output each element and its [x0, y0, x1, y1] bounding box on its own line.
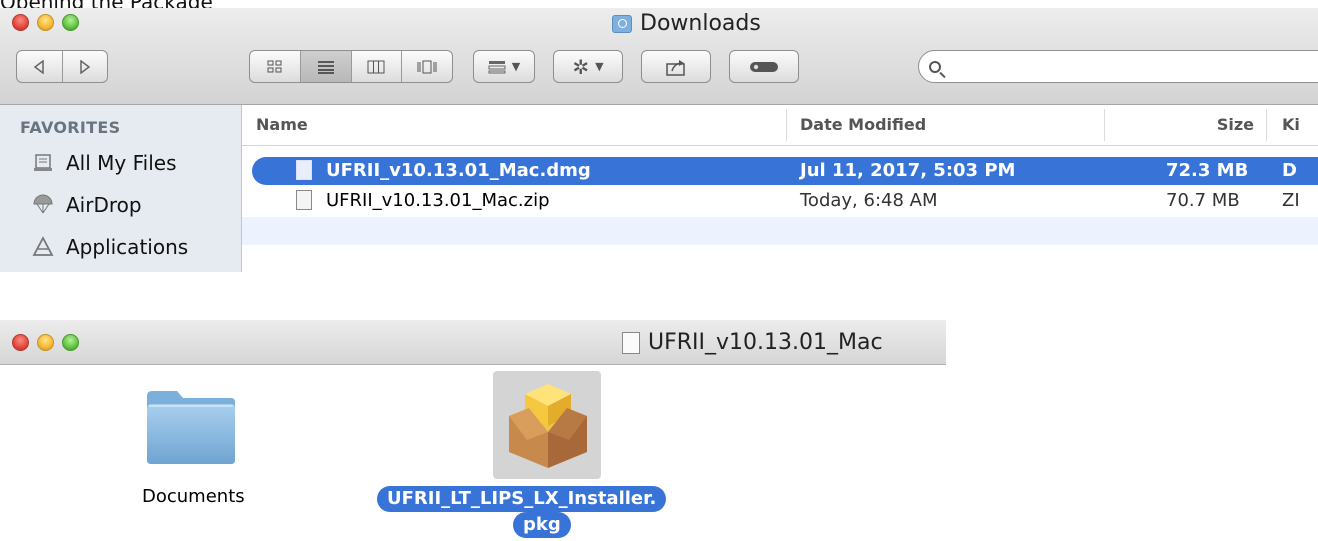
- all-files-icon: [32, 152, 54, 174]
- cover-flow-button[interactable]: [402, 51, 452, 82]
- search-icon: [929, 60, 941, 73]
- file-kind: D: [1282, 160, 1297, 181]
- sidebar-heading: FAVORITES: [20, 118, 121, 137]
- window-title-text: UFRII_v10.13.01_Mac: [648, 330, 883, 355]
- tags-button[interactable]: [729, 50, 799, 83]
- search-input[interactable]: [951, 56, 1315, 77]
- column-header-size[interactable]: Size: [1217, 115, 1254, 134]
- sidebar-item-all-my-files[interactable]: All My Files: [32, 151, 177, 175]
- downloads-folder-icon: [612, 14, 632, 33]
- table-row[interactable]: UFRII_v10.13.01_Mac.dmg Jul 11, 2017, 5:…: [242, 157, 1318, 185]
- search-field[interactable]: [918, 50, 1318, 83]
- close-icon[interactable]: [12, 334, 29, 351]
- column-headers: Name Date Modified Size Ki: [242, 105, 1318, 146]
- icon-view-icon: [267, 60, 282, 72]
- volume-titlebar: UFRII_v10.13.01_Mac: [0, 320, 946, 365]
- chevron-down-icon: ▼: [595, 60, 604, 73]
- arrange-button[interactable]: ▼: [473, 50, 535, 83]
- icon-view-button[interactable]: [250, 51, 301, 82]
- file-kind: ZI: [1282, 190, 1300, 211]
- sidebar-item-label: Applications: [66, 235, 189, 259]
- column-view-icon: [367, 60, 385, 73]
- disk-image-icon: [622, 331, 640, 354]
- sidebar-item-applications[interactable]: Applications: [32, 235, 188, 259]
- zoom-icon[interactable]: [62, 14, 79, 31]
- zoom-icon[interactable]: [62, 334, 79, 351]
- window-title: UFRII_v10.13.01_Mac: [622, 330, 883, 355]
- empty-row: [242, 217, 1318, 245]
- sidebar-item-label: AirDrop: [66, 193, 142, 217]
- back-button[interactable]: [17, 51, 63, 82]
- window-controls: [12, 334, 79, 351]
- action-button[interactable]: ✲ ▼: [553, 50, 623, 83]
- column-header-name[interactable]: Name: [256, 115, 308, 134]
- forward-button[interactable]: [63, 51, 108, 82]
- tag-icon: [750, 61, 778, 72]
- sidebar: FAVORITES All My Files AirDrop Applicati…: [0, 105, 242, 272]
- view-mode-control: [249, 50, 453, 83]
- window-title-text: Downloads: [640, 11, 761, 36]
- table-row[interactable]: UFRII_v10.13.01_Mac.zip Today, 6:48 AM 7…: [242, 187, 1318, 215]
- chevron-left-icon: [34, 59, 44, 74]
- file-name: UFRII_v10.13.01_Mac.dmg: [326, 160, 591, 181]
- sidebar-item-label: All My Files: [66, 151, 177, 175]
- file-list: Name Date Modified Size Ki UFRII_v10.13.…: [242, 105, 1318, 272]
- file-size: 72.3 MB: [1166, 160, 1249, 181]
- arrange-icon: [488, 60, 506, 73]
- applications-icon: [32, 236, 54, 258]
- share-button[interactable]: [641, 50, 711, 83]
- share-icon: [666, 59, 685, 76]
- file-name: UFRII_v10.13.01_Mac.zip: [326, 190, 550, 211]
- folder-icon: [147, 391, 235, 464]
- column-view-button[interactable]: [352, 51, 403, 82]
- downloads-window: Downloads ▼ ✲ ▼ FAVORITES All My Files A…: [0, 8, 1318, 272]
- gear-icon: ✲: [572, 54, 590, 79]
- cover-flow-icon: [417, 60, 437, 73]
- disk-image-icon: [296, 160, 312, 180]
- file-date: Jul 11, 2017, 5:03 PM: [800, 160, 1016, 181]
- close-icon[interactable]: [12, 14, 29, 31]
- airdrop-icon: [32, 194, 54, 216]
- back-forward-control: [16, 50, 108, 83]
- column-header-date[interactable]: Date Modified: [800, 115, 926, 134]
- zip-archive-icon: [296, 190, 312, 210]
- window-title: Downloads: [612, 11, 761, 36]
- package-label-line2: pkg: [513, 512, 571, 538]
- documents-label: Documents: [142, 486, 245, 507]
- minimize-icon[interactable]: [37, 14, 54, 31]
- package-label-line1: UFRII_LT_LIPS_LX_Installer.: [377, 486, 667, 512]
- minimize-icon[interactable]: [37, 334, 54, 351]
- volume-window: UFRII_v10.13.01_Mac Documents UFRII_LT_L…: [0, 320, 946, 541]
- downloads-toolbar: Downloads ▼ ✲ ▼: [0, 8, 1318, 105]
- file-date: Today, 6:48 AM: [800, 190, 938, 211]
- package-icon: [509, 384, 587, 468]
- column-header-kind[interactable]: Ki: [1282, 115, 1300, 134]
- list-view-icon: [317, 60, 334, 74]
- list-view-button[interactable]: [300, 51, 352, 82]
- chevron-right-icon: [80, 59, 90, 74]
- file-size: 70.7 MB: [1166, 190, 1240, 211]
- chevron-down-icon: ▼: [511, 60, 521, 73]
- sidebar-item-airdrop[interactable]: AirDrop: [32, 193, 142, 217]
- window-controls: [12, 14, 79, 31]
